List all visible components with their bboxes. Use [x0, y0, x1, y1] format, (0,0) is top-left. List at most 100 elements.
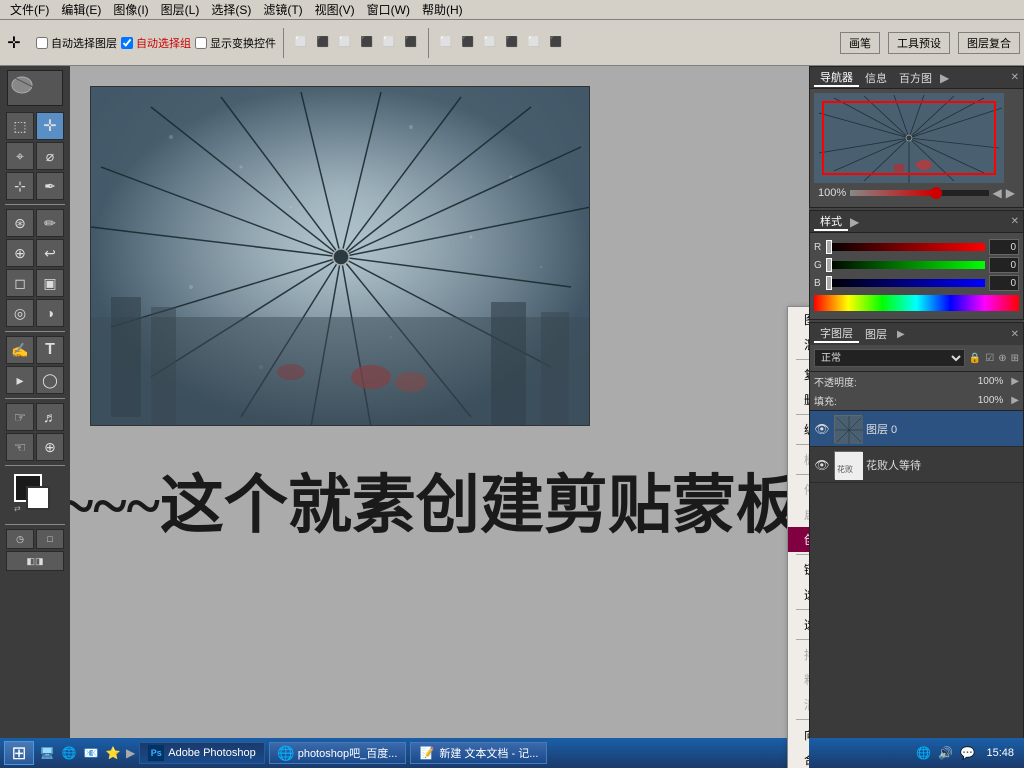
taskbar-photoshop-btn[interactable]: Ps Adobe Photoshop: [139, 742, 264, 764]
nav-zoom-handle[interactable]: [930, 187, 942, 199]
panel-options-icon[interactable]: ▶: [940, 71, 949, 85]
color-panel-options-icon[interactable]: ▶: [850, 215, 859, 229]
ctx-duplicate-layer[interactable]: 复制图层...: [788, 362, 809, 387]
layer-item-1[interactable]: 👁 花败 花败人等待: [810, 447, 1023, 483]
b-input[interactable]: 0: [989, 275, 1019, 291]
ctx-create-clipping-mask[interactable]: 创建剪贴蒙版: [788, 527, 809, 552]
eyedropper-tool[interactable]: ✒: [36, 172, 64, 200]
ctx-select-similar[interactable]: 选择相似图层: [788, 612, 809, 637]
dist-v-icon[interactable]: ⬛: [458, 33, 478, 53]
opacity-arrow-icon[interactable]: ▶: [1011, 376, 1019, 387]
sys-icon-network[interactable]: 🌐: [914, 744, 932, 762]
clone-tool[interactable]: ⊕: [6, 239, 34, 267]
menu-layer[interactable]: 图层(L): [155, 0, 206, 19]
taskbar-icon-1[interactable]: 🖥: [38, 744, 56, 762]
align-top-icon[interactable]: ⬛: [357, 33, 377, 53]
ctx-delete-layer[interactable]: 删除图层: [788, 387, 809, 412]
shape-tool[interactable]: ◯: [36, 366, 64, 394]
layers-tab[interactable]: 字图层: [814, 325, 859, 343]
g-bar[interactable]: [826, 261, 985, 269]
ctx-select-linked[interactable]: 选择链接图层: [788, 582, 809, 607]
history-tool[interactable]: ↩: [36, 239, 64, 267]
menu-window[interactable]: 窗口(W): [361, 0, 416, 19]
dist-corner-icon[interactable]: ⬛: [546, 33, 566, 53]
g-input[interactable]: 0: [989, 257, 1019, 273]
align-mid-icon[interactable]: ⬜: [379, 33, 399, 53]
align-left-icon[interactable]: ⬜: [291, 33, 311, 53]
crop-tool[interactable]: ⊹: [6, 172, 34, 200]
blur-tool[interactable]: ◎: [6, 299, 34, 327]
ctx-link-layers[interactable]: 链接图层: [788, 557, 809, 582]
ctx-layer-properties[interactable]: 图层属性...: [788, 307, 809, 332]
b-bar[interactable]: [826, 279, 985, 287]
dodge-tool[interactable]: ◑: [36, 299, 64, 327]
brush-tab[interactable]: 画笔: [840, 32, 880, 54]
r-bar[interactable]: [826, 243, 985, 251]
type-tool[interactable]: T: [36, 336, 64, 364]
taskbar-icon-2[interactable]: 🌐: [60, 744, 78, 762]
menu-filter[interactable]: 滤镜(T): [257, 0, 308, 19]
tool-preset-tab[interactable]: 工具预设: [888, 32, 950, 54]
bg-color-box[interactable]: [26, 486, 50, 510]
pen-tool[interactable]: ✍: [6, 336, 34, 364]
menu-help[interactable]: 帮助(H): [416, 0, 469, 19]
b-thumb[interactable]: [826, 276, 832, 290]
move-tool[interactable]: ✛: [36, 112, 64, 140]
quick-mask-btn[interactable]: ◷: [6, 529, 34, 549]
lasso-tool[interactable]: ⌖: [6, 142, 34, 170]
standard-mode-btn[interactable]: □: [36, 529, 64, 549]
nav-zoom-out-icon[interactable]: ◀: [993, 186, 1002, 200]
sys-icon-msg[interactable]: 💬: [958, 744, 976, 762]
dist-h-icon[interactable]: ⬜: [436, 33, 456, 53]
taskbar-icon-3[interactable]: 📧: [82, 744, 100, 762]
navigator-close-icon[interactable]: ✕: [1011, 72, 1019, 83]
brush-tool[interactable]: ✏: [36, 209, 64, 237]
layers-close-icon[interactable]: ✕: [1011, 329, 1019, 340]
healing-tool[interactable]: ⊛: [6, 209, 34, 237]
nav-zoom-in-icon[interactable]: ▶: [1006, 186, 1015, 200]
layer-comp-tab[interactable]: 图层复合: [958, 32, 1020, 54]
menu-view[interactable]: 视图(V): [309, 0, 361, 19]
ctx-blend-options[interactable]: 混合选项...: [788, 332, 809, 357]
audio-tool[interactable]: ♬: [36, 403, 64, 431]
eraser-tool[interactable]: ◻: [6, 269, 34, 297]
histogram-tab[interactable]: 百方图: [893, 70, 938, 86]
taskbar-notepad-btn[interactable]: 📝 新建 文本文档 - 记...: [410, 742, 547, 764]
swap-colors-icon[interactable]: ⇄: [14, 504, 21, 513]
align-center-icon[interactable]: ⬛: [313, 33, 333, 53]
color-swatch[interactable]: ⇄: [14, 474, 56, 516]
sys-icon-volume[interactable]: 🔊: [936, 744, 954, 762]
gradient-tool[interactable]: ▣: [36, 269, 64, 297]
layer-eye-1[interactable]: 👁: [814, 457, 830, 473]
show-transform-check[interactable]: 显示变换控件: [195, 35, 276, 51]
zoom-tool[interactable]: ⊕: [36, 433, 64, 461]
g-thumb[interactable]: [826, 258, 832, 272]
auto-select-group-check[interactable]: 自动选择组: [121, 35, 191, 51]
auto-select-layer-check[interactable]: 自动选择图层: [36, 35, 117, 51]
navigator-tab[interactable]: 导航器: [814, 69, 859, 87]
path-select-tool[interactable]: ▸: [6, 366, 34, 394]
layers-tab2[interactable]: 图层: [859, 326, 893, 342]
blend-mode-select[interactable]: 正常 溶解 正片叠底: [814, 349, 965, 367]
ctx-merge-down[interactable]: 向下合并: [788, 722, 809, 747]
screen-mode-btn[interactable]: ◧◨: [6, 551, 64, 571]
color-panel-close-icon[interactable]: ✕: [1011, 216, 1019, 227]
spectrum-bar[interactable]: [814, 295, 1019, 311]
select-rect-tool[interactable]: ⬚: [6, 112, 34, 140]
layer-eye-0[interactable]: 👁: [814, 421, 830, 437]
dist-h2-icon[interactable]: ⬛: [502, 33, 522, 53]
menu-image[interactable]: 图像(I): [107, 0, 154, 19]
nav-zoom-bar[interactable]: [850, 190, 988, 196]
r-input[interactable]: 0: [989, 239, 1019, 255]
dist-mid-icon[interactable]: ⬜: [480, 33, 500, 53]
taskbar-ie-btn[interactable]: 🌐 photoshop吧_百度...: [269, 742, 407, 764]
move-tool-icon[interactable]: ✛: [4, 33, 24, 53]
info-tab[interactable]: 信息: [859, 70, 893, 86]
hand-tool[interactable]: ☜: [6, 433, 34, 461]
layers-scroll-icon[interactable]: ▶: [897, 329, 905, 340]
notes-tool[interactable]: ☞: [6, 403, 34, 431]
ctx-group-smart[interactable]: 编组到新建智能对象图层中: [788, 417, 809, 442]
start-button[interactable]: ⊞: [4, 741, 34, 765]
color-tab[interactable]: 样式: [814, 213, 848, 231]
menu-select[interactable]: 选择(S): [205, 0, 257, 19]
